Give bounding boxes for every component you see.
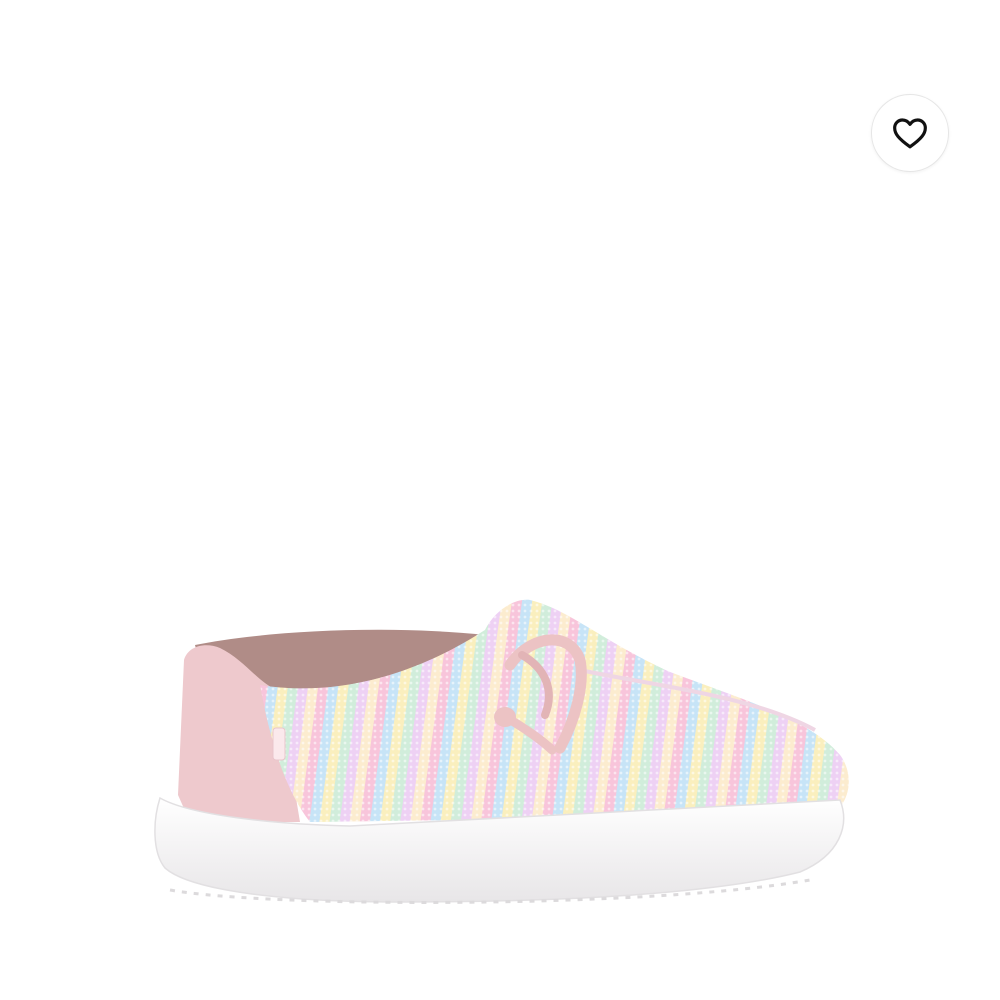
product-image-frame	[0, 0, 1000, 1000]
wishlist-button[interactable]	[871, 94, 949, 172]
shoe-image	[154, 599, 849, 904]
heart-outline-icon	[893, 118, 927, 149]
